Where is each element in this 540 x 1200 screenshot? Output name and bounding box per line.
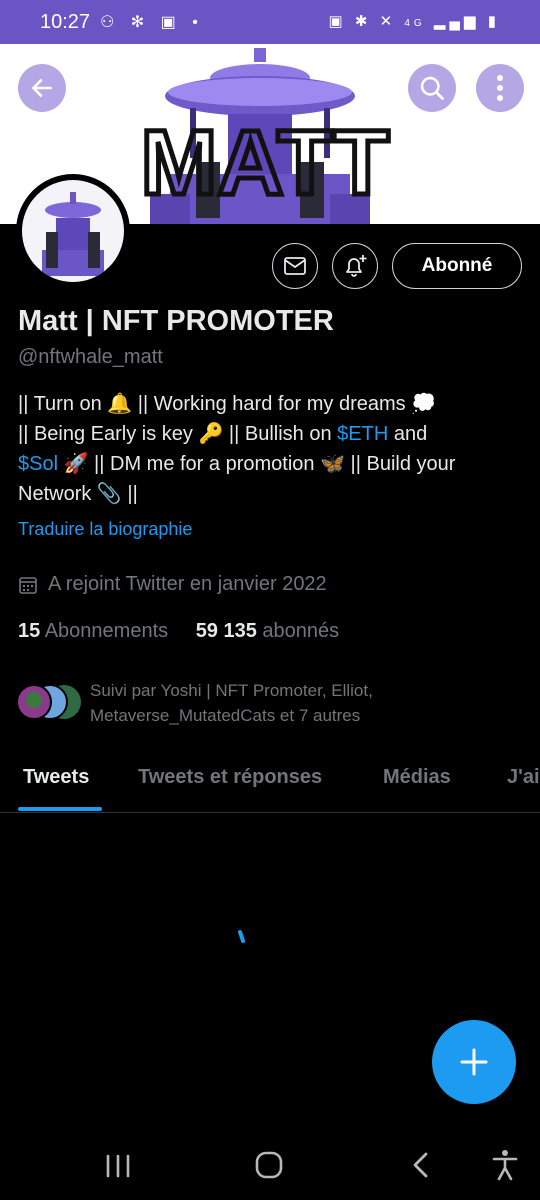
bio-text: || Bullish on [223, 423, 338, 445]
join-date-text: A rejoint Twitter en janvier 2022 [48, 573, 327, 595]
system-navigation-bar [0, 1130, 540, 1200]
bio-text: || [121, 483, 138, 505]
plus-icon [460, 1048, 488, 1076]
paperclip-emoji-icon: 📎 [96, 483, 122, 505]
translate-bio-link[interactable]: Traduire la biographie [18, 519, 192, 540]
profile-avatar[interactable] [16, 174, 130, 288]
tab-media[interactable]: Médias [383, 766, 451, 789]
tab-tweets[interactable]: Tweets [23, 766, 89, 789]
profile-handle: @nftwhale_matt [18, 346, 163, 368]
back-button[interactable] [18, 64, 66, 112]
more-vertical-icon [497, 75, 503, 101]
bell-emoji-icon: 🔔 [107, 393, 133, 415]
bio-text: Network [18, 483, 97, 505]
recent-apps-icon[interactable] [104, 1152, 132, 1180]
network-type: 4G [404, 18, 426, 29]
arrow-left-icon [32, 79, 52, 97]
back-nav-icon[interactable] [408, 1150, 432, 1180]
banner-text: MATT [141, 112, 390, 214]
compose-tweet-button[interactable] [432, 1020, 516, 1104]
followers-you-know-avatars[interactable] [14, 682, 84, 722]
butterfly-emoji-icon: 🦋 [320, 453, 345, 475]
home-icon[interactable] [254, 1150, 284, 1180]
envelope-icon [284, 257, 306, 275]
bio-text: || DM me for a promotion [88, 453, 321, 475]
bio-text: || Build your [344, 453, 456, 475]
cashtag-eth-link[interactable]: $ETH [337, 423, 388, 445]
calendar-icon [19, 576, 37, 594]
active-tab-indicator [18, 807, 102, 811]
tab-tweets-and-replies[interactable]: Tweets et réponses [138, 766, 322, 789]
bio-text: || Turn on [18, 393, 108, 415]
following-label: Abonnements [44, 620, 169, 642]
bio-text: || Working hard for my dreams [132, 393, 412, 415]
cashtag-sol-link[interactable]: $Sol [18, 453, 58, 475]
accessibility-icon[interactable] [490, 1148, 520, 1182]
status-bar: 10:27 ⚇ ✻ ▣ • ▣ ✱ ✕ 4G ▂▄▆ ▮ [0, 0, 540, 44]
message-button[interactable] [272, 243, 318, 289]
join-date: A rejoint Twitter en janvier 2022 [18, 573, 327, 596]
followers-count: 59 135 [195, 620, 257, 642]
profile-bio: || Turn on 🔔 || Working hard for my drea… [18, 389, 523, 509]
status-time: 10:27 [40, 11, 91, 33]
followers-link[interactable]: 59 135 abonnés [196, 620, 339, 642]
thought-bubble-emoji-icon: 💭 [411, 393, 437, 415]
search-button[interactable] [408, 64, 456, 112]
profile-tabs: Tweets Tweets et réponses Médias J'ai [0, 752, 540, 813]
follow-stats: 15 Abonnements 59 135 abonnés [18, 620, 339, 643]
following-button[interactable]: Abonné [392, 243, 522, 289]
followed-by-text[interactable]: Suivi par Yoshi | NFT Promoter, Elliot, … [90, 678, 510, 728]
system-icons: ▣ ✱ ✕ 4G ▂▄▆ ▮ [328, 13, 500, 30]
bell-plus-icon [346, 255, 367, 277]
bio-text: and [388, 423, 428, 445]
avatar-image [42, 192, 104, 276]
key-emoji-icon: 🔑 [198, 423, 224, 445]
search-icon [420, 76, 444, 100]
tab-likes[interactable]: J'ai [507, 766, 540, 789]
notifications-toggle-button[interactable] [332, 243, 378, 289]
loading-spinner-icon [238, 930, 245, 943]
bio-text: || Being Early is key [18, 423, 199, 445]
following-count: 15 [18, 620, 41, 642]
more-options-button[interactable] [476, 64, 524, 112]
rocket-emoji-icon: 🚀 [63, 453, 89, 475]
followers-label: abonnés [262, 620, 340, 642]
following-link[interactable]: 15 Abonnements [18, 620, 168, 642]
notification-icons: ⚇ ✻ ▣ • [100, 14, 204, 31]
profile-name: Matt | NFT PROMOTER [18, 305, 334, 337]
